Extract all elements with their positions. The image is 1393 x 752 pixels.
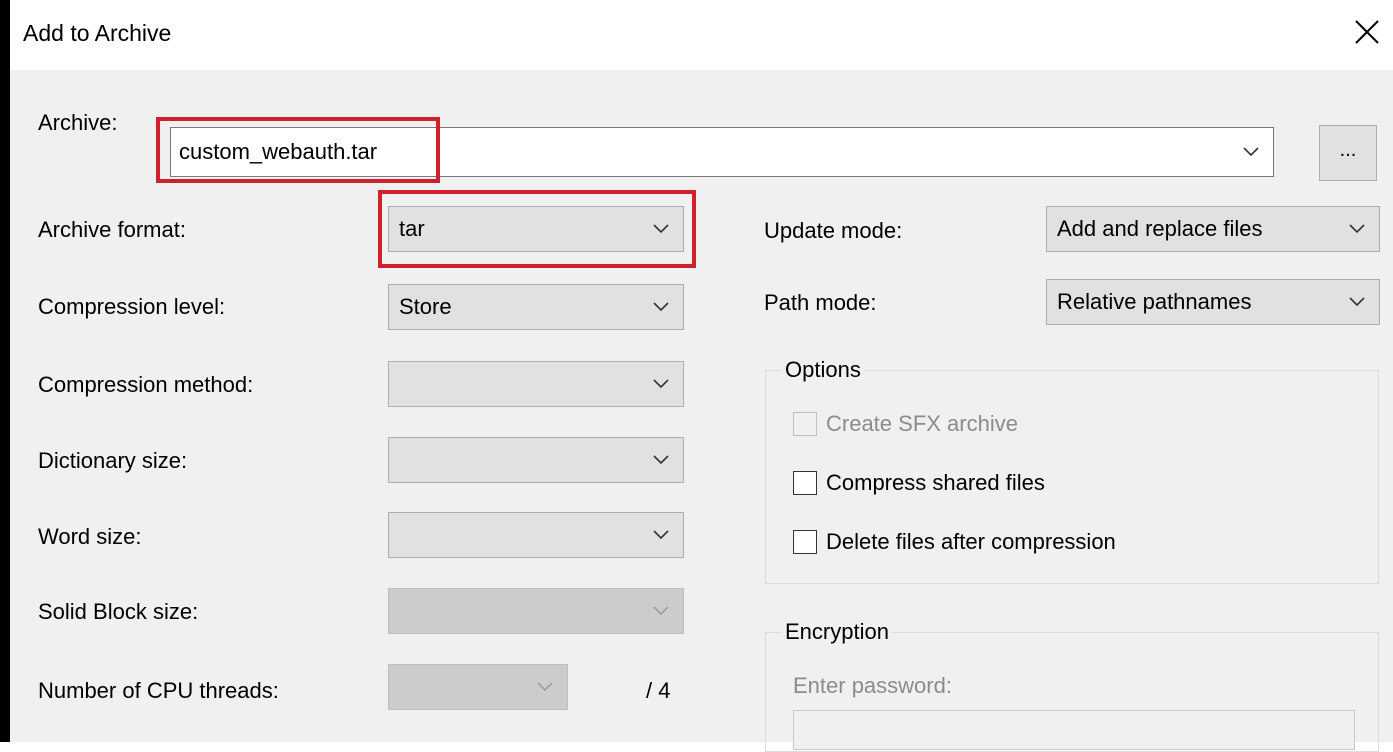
delete-after-checkbox[interactable]: [793, 530, 817, 554]
options-group-title: Options: [781, 357, 865, 383]
browse-button-label: ...: [1339, 138, 1357, 161]
chevron-down-icon: [639, 438, 683, 482]
word-size-select[interactable]: [388, 512, 684, 558]
update-mode-value: Add and replace files: [1057, 216, 1263, 241]
title-bar: Add to Archive: [10, 0, 1393, 70]
dictionary-size-select[interactable]: [388, 437, 684, 483]
chevron-down-icon: [639, 285, 683, 329]
chevron-down-icon: [639, 589, 683, 633]
path-mode-value: Relative pathnames: [1057, 289, 1252, 314]
cpu-threads-label: Number of CPU threads:: [38, 678, 279, 703]
password-input: [793, 710, 1355, 750]
cpu-threads-total: / 4: [646, 678, 671, 703]
chevron-down-icon: [639, 207, 683, 251]
archive-path-value: custom_webauth.tar: [179, 139, 378, 164]
path-mode-select[interactable]: Relative pathnames: [1046, 279, 1380, 325]
chevron-down-icon: [1335, 280, 1379, 324]
close-icon: [1355, 20, 1379, 44]
word-size-label: Word size:: [38, 524, 142, 549]
window-border: [0, 0, 10, 742]
compress-shared-checkbox[interactable]: [793, 471, 817, 495]
path-mode-label: Path mode:: [764, 290, 877, 315]
add-to-archive-dialog: Add to Archive Archive: custom_webauth.t…: [0, 0, 1393, 752]
delete-after-label[interactable]: Delete files after compression: [826, 529, 1116, 555]
update-mode-label: Update mode:: [764, 218, 903, 243]
chevron-down-icon: [1229, 128, 1273, 176]
compression-level-value: Store: [399, 294, 452, 319]
chevron-down-icon: [639, 362, 683, 406]
archive-format-label: Archive format:: [38, 217, 186, 242]
dialog-title: Add to Archive: [23, 20, 172, 46]
solid-block-size-select: [388, 588, 684, 634]
browse-button[interactable]: ...: [1319, 125, 1377, 181]
compression-level-select[interactable]: Store: [388, 284, 684, 330]
cpu-threads-select: [388, 664, 568, 710]
create-sfx-checkbox: [793, 412, 817, 436]
archive-format-value: tar: [399, 216, 425, 241]
compression-method-label: Compression method:: [38, 372, 254, 397]
create-sfx-label: Create SFX archive: [826, 411, 1018, 436]
chevron-down-icon: [523, 665, 567, 709]
chevron-down-icon: [1335, 207, 1379, 251]
password-label: Enter password:: [793, 673, 952, 698]
close-button[interactable]: [1349, 14, 1385, 50]
compression-method-select[interactable]: [388, 361, 684, 407]
archive-format-select[interactable]: tar: [388, 206, 684, 252]
dictionary-size-label: Dictionary size:: [38, 448, 188, 473]
archive-path-combo[interactable]: custom_webauth.tar: [170, 127, 1274, 177]
archive-label: Archive:: [38, 110, 118, 135]
compress-shared-label[interactable]: Compress shared files: [826, 470, 1045, 496]
encryption-group-title: Encryption: [781, 619, 893, 645]
chevron-down-icon: [639, 513, 683, 557]
compression-level-label: Compression level:: [38, 294, 226, 319]
update-mode-select[interactable]: Add and replace files: [1046, 206, 1380, 252]
solid-block-size-label: Solid Block size:: [38, 599, 199, 624]
